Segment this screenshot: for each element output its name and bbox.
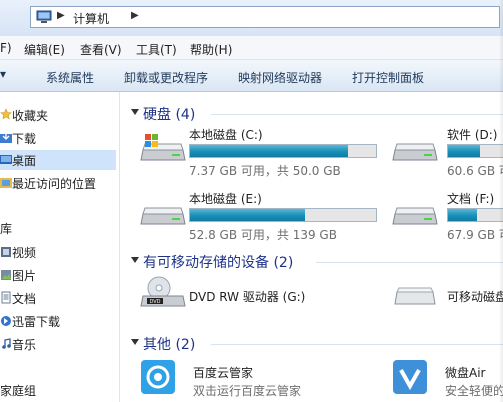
usage-bar: [447, 208, 503, 222]
drive-f[interactable]: 文档 (F:) 67.9 GB 可: [391, 190, 503, 248]
usage-bar: [189, 144, 377, 158]
menu-tools[interactable]: 工具(T): [136, 41, 177, 58]
address-bar: ▶ 计算机 ▶: [0, 0, 503, 36]
group-divider: [211, 114, 503, 115]
menu-bar: F) 编辑(E) 查看(V) 工具(T) 帮助(H): [0, 36, 503, 60]
hard-drive-icon: [392, 143, 438, 161]
group-header-removable[interactable]: 有可移动存储的设备 (2): [131, 252, 503, 272]
music-icon: [2, 338, 11, 349]
command-bar: ▾ 系统属性 卸载或更改程序 映射网络驱动器 打开控制面板: [0, 60, 503, 92]
navigation-pane: 收藏夹 下载 桌面 最近访问的位置 库 视频 图片 文档 迅雷下载 音乐 家庭组: [0, 92, 120, 402]
system-drive-icon: [140, 134, 186, 161]
menu-file[interactable]: F): [0, 41, 12, 55]
menu-view[interactable]: 查看(V): [80, 41, 122, 58]
xunlei-icon: [1, 316, 11, 326]
picture-icon: [1, 270, 11, 280]
dvd-drive-icon: DVD: [140, 276, 186, 307]
menu-help[interactable]: 帮助(H): [190, 41, 232, 58]
system-properties-button[interactable]: 系统属性: [46, 69, 94, 86]
open-control-panel-button[interactable]: 打开控制面板: [352, 69, 424, 86]
breadcrumb-computer[interactable]: 计算机: [73, 10, 109, 27]
breadcrumb-separator[interactable]: ▶: [57, 10, 65, 21]
nav-desktop[interactable]: 桌面: [0, 150, 116, 170]
usage-bar: [189, 208, 377, 222]
usage-fill: [190, 209, 306, 221]
usage-bar: [447, 144, 503, 158]
weipan-icon: [393, 360, 427, 394]
menu-edit[interactable]: 编辑(E): [24, 41, 65, 58]
baidu-cloud-item[interactable]: 百度云管家 双击运行百度云管家: [139, 360, 379, 400]
group-divider: [316, 262, 503, 263]
window-edge: [499, 0, 503, 402]
recent-places-icon: [0, 178, 12, 188]
drive-dvd[interactable]: DVD DVD RW 驱动器 (G:): [139, 276, 379, 324]
computer-icon: [36, 10, 52, 23]
uninstall-program-button[interactable]: 卸载或更改程序: [124, 69, 208, 86]
star-icon: [0, 108, 12, 120]
drive-c[interactable]: 本地磁盘 (C:) 7.37 GB 可用，共 50.0 GB: [139, 126, 379, 184]
collapse-arrow-icon[interactable]: [131, 257, 139, 263]
baidu-cloud-icon: [141, 360, 175, 394]
svg-text:DVD: DVD: [149, 299, 160, 305]
removable-disk-icon: [394, 287, 436, 305]
document-icon: [1, 291, 11, 304]
drive-e[interactable]: 本地磁盘 (E:) 52.8 GB 可用，共 139 GB: [139, 190, 379, 248]
collapse-arrow-icon[interactable]: [131, 339, 139, 345]
chevron-right-icon[interactable]: ▶: [131, 10, 139, 21]
group-divider: [211, 344, 503, 345]
hard-drive-icon: [140, 207, 186, 225]
chevron-down-icon[interactable]: ▾: [0, 67, 6, 81]
address-field[interactable]: ▶ 计算机 ▶: [30, 6, 500, 28]
download-folder-icon: [0, 132, 12, 143]
weipan-air-item[interactable]: 微盘Air 安全轻便的: [391, 360, 503, 400]
usage-fill: [448, 145, 480, 157]
usage-fill: [448, 209, 477, 221]
usage-fill: [190, 145, 349, 157]
hard-drive-icon: [392, 207, 438, 225]
map-network-drive-button[interactable]: 映射网络驱动器: [238, 69, 322, 86]
group-header-hard-disks[interactable]: 硬盘 (4): [131, 104, 503, 124]
video-icon: [1, 247, 11, 257]
desktop-icon: [0, 155, 12, 164]
group-header-other[interactable]: 其他 (2): [131, 334, 503, 354]
drive-d[interactable]: 软件 (D:) 60.6 GB 可: [391, 126, 503, 184]
content-pane: 硬盘 (4) 本地磁盘 (C:) 7.37 GB 可用，共 50.0 GB 软件…: [121, 92, 503, 402]
collapse-arrow-icon[interactable]: [131, 109, 139, 115]
drive-removable[interactable]: 可移动磁盘: [391, 276, 503, 324]
